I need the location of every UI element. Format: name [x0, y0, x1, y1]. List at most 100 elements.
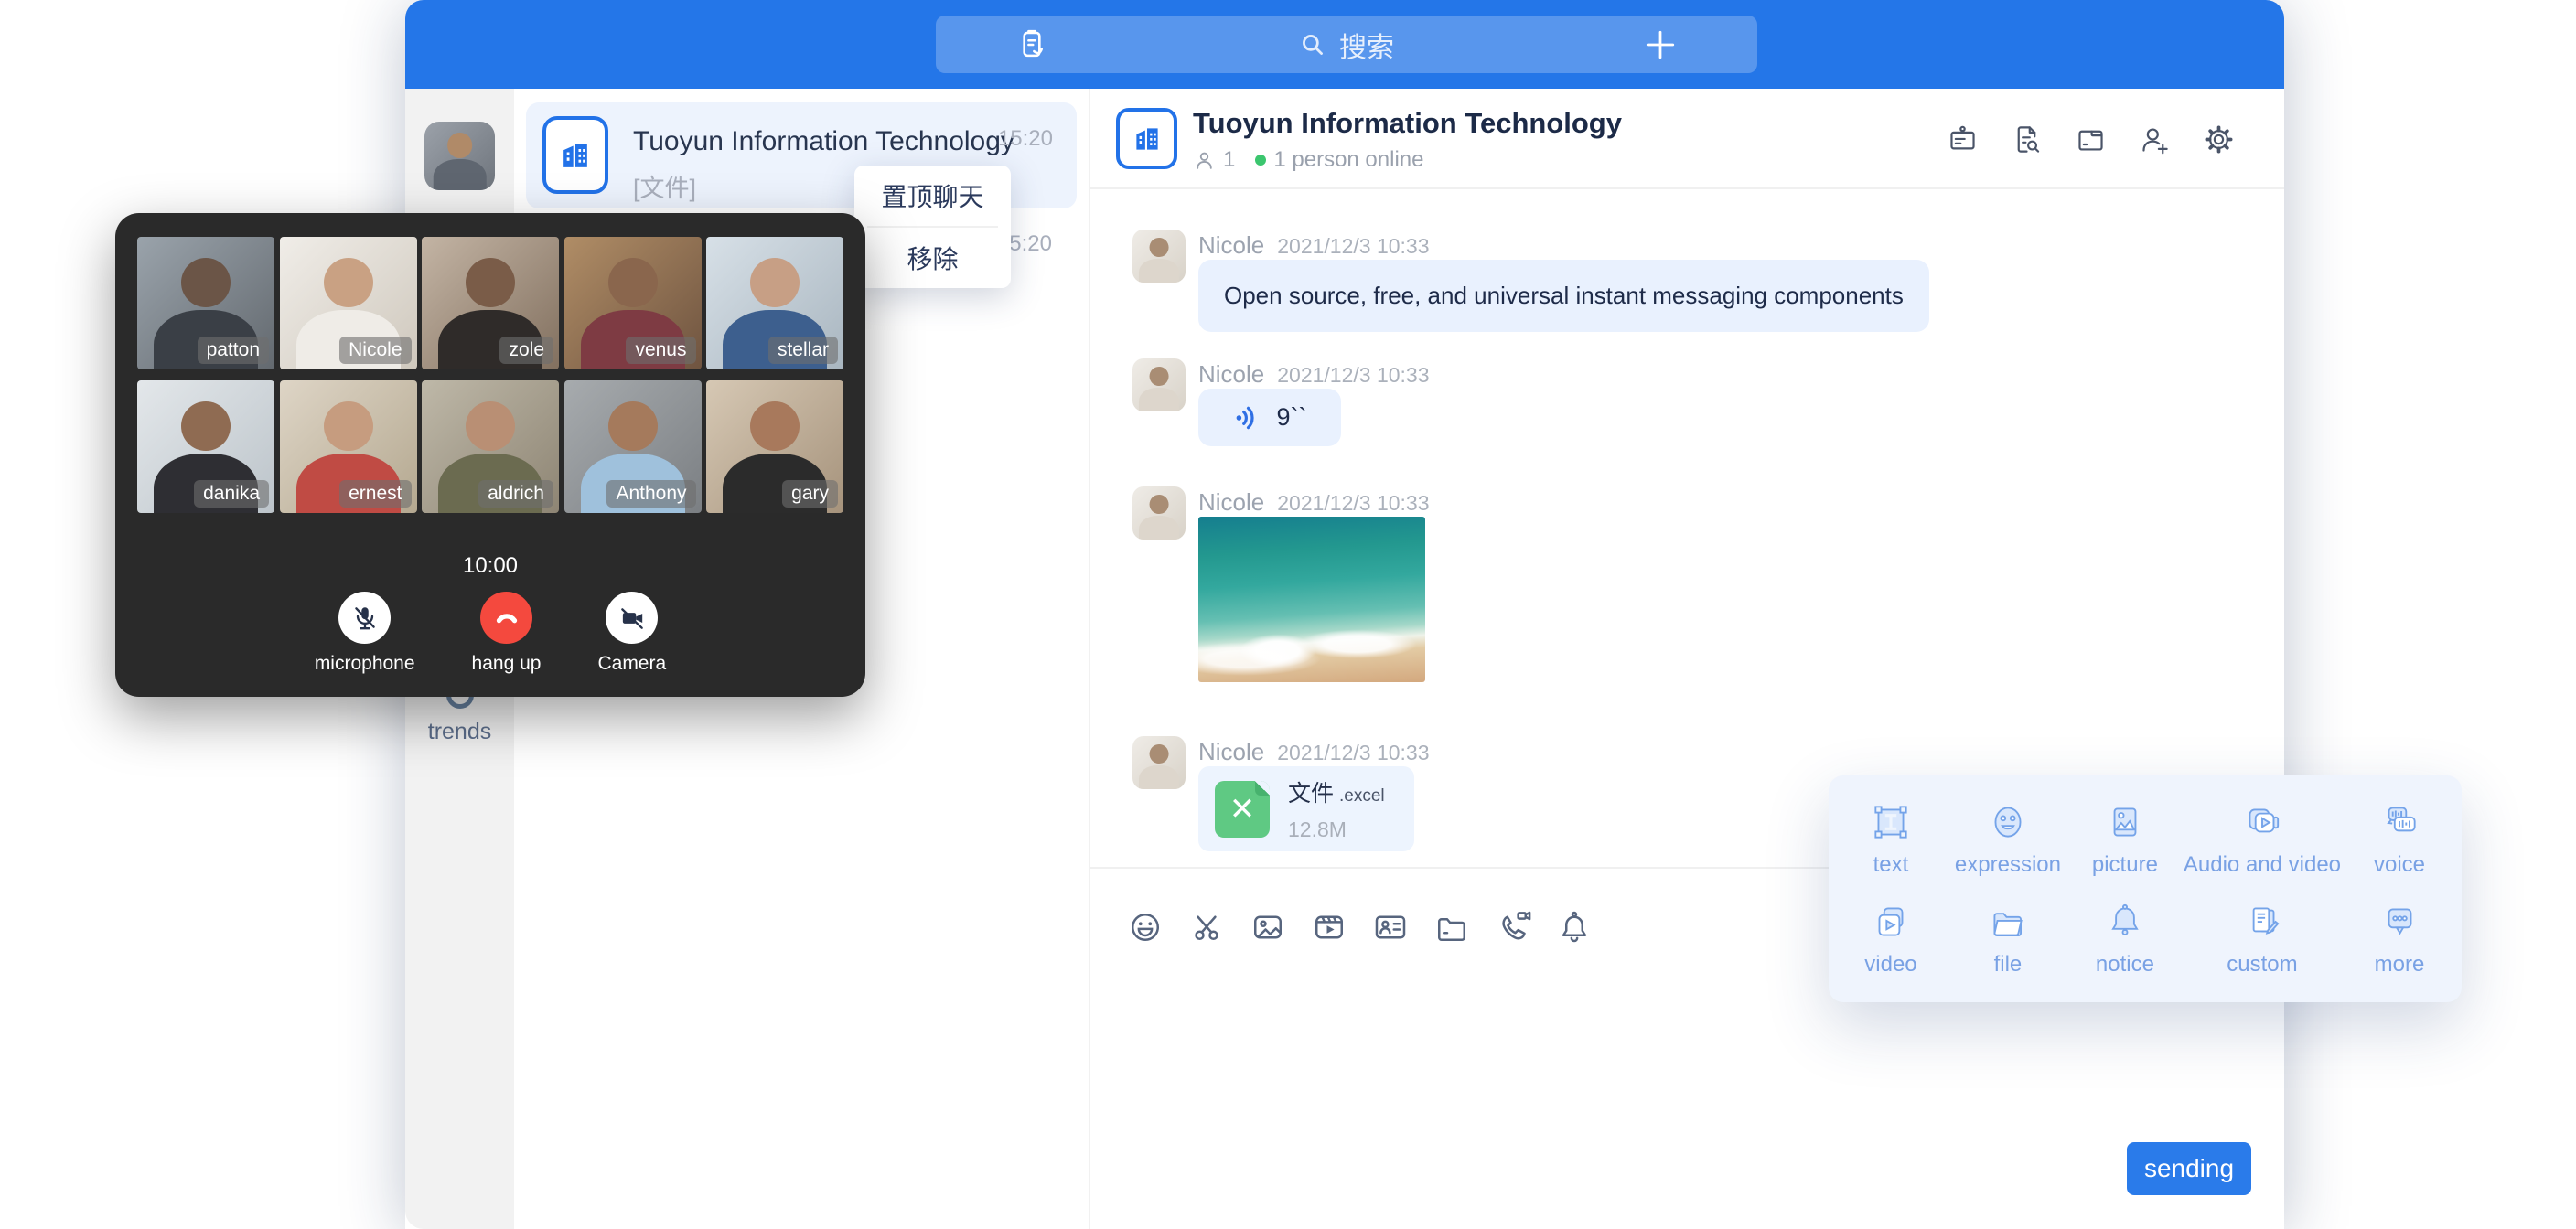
video-tile: danika — [137, 380, 274, 513]
add-icon[interactable] — [1642, 27, 1679, 63]
file-message-card[interactable]: ✕ 文件.excel 12.8M — [1198, 766, 1414, 851]
voice-duration: 9`` — [1277, 403, 1307, 432]
emoji-icon[interactable] — [1127, 909, 1164, 946]
type-item-audio-video[interactable]: Audio and video — [2184, 799, 2341, 886]
group-notice-icon[interactable] — [1947, 123, 1979, 155]
conversation-last-message: [文件] — [633, 168, 696, 204]
type-item-picture[interactable]: picture — [2066, 799, 2184, 886]
sender-avatar[interactable] — [1132, 230, 1186, 283]
type-item-custom[interactable]: custom — [2184, 899, 2341, 986]
file-icon — [1985, 899, 2031, 945]
search-placeholder: 搜索 — [1339, 25, 1394, 65]
file-folder-icon[interactable] — [2075, 123, 2107, 155]
expression-icon — [1985, 799, 2031, 845]
text-bubble: Open source, free, and universal instant… — [1198, 260, 1929, 332]
send-button[interactable]: sending — [2127, 1142, 2251, 1195]
sender-name: Nicole — [1198, 488, 1264, 516]
more-icon — [2377, 899, 2422, 945]
add-member-icon[interactable] — [2139, 123, 2171, 155]
chat-header: Tuoyun Information Technology 1 1 person… — [1090, 89, 2284, 189]
settings-gear-icon[interactable] — [2203, 123, 2235, 155]
participant-name: gary — [782, 480, 838, 508]
mic-muted-icon — [338, 592, 391, 644]
notification-bell-icon[interactable] — [1556, 909, 1593, 946]
camera-button[interactable]: Camera — [597, 592, 666, 675]
online-dot — [1255, 155, 1266, 166]
type-label: voice — [2374, 852, 2425, 878]
search-bar[interactable]: 搜索 — [936, 16, 1757, 73]
video-call-icon[interactable] — [1495, 909, 1531, 946]
screenshot-scissors-icon[interactable] — [1188, 909, 1225, 946]
type-label: file — [1994, 952, 2023, 978]
participant-name: zole — [499, 337, 553, 364]
chat-record-search-icon[interactable] — [2011, 123, 2043, 155]
call-controls: microphone hang up Camer — [115, 592, 865, 675]
sender-avatar[interactable] — [1132, 486, 1186, 540]
type-item-expression[interactable]: expression — [1949, 799, 2066, 886]
voice-wave-icon — [1233, 403, 1262, 433]
top-bar: 搜索 — [405, 0, 2284, 89]
menu-item-pin-chat[interactable]: 置顶聊天 — [854, 166, 1011, 226]
sender-avatar[interactable] — [1132, 736, 1186, 789]
file-name: 文件 — [1288, 781, 1334, 807]
chat-header-actions — [1947, 123, 2235, 155]
image-icon[interactable] — [1250, 909, 1286, 946]
hang-up-label: hang up — [472, 653, 542, 675]
contact-card-icon[interactable] — [1372, 909, 1409, 946]
menu-item-remove[interactable]: 移除 — [854, 228, 1011, 288]
group-avatar-icon — [1116, 108, 1177, 169]
beach-photo-message[interactable] — [1198, 517, 1425, 682]
sender-name: Nicole — [1198, 231, 1264, 259]
message-meta: Nicole2021/12/3 10:33 — [1198, 360, 1430, 389]
type-label: text — [1873, 852, 1909, 878]
member-count: 1 — [1223, 147, 1235, 173]
type-item-file[interactable]: file — [1949, 899, 2066, 986]
type-item-notice[interactable]: notice — [2066, 899, 2184, 986]
type-label: notice — [2096, 952, 2154, 978]
hang-up-button[interactable]: hang up — [472, 592, 542, 675]
microphone-button[interactable]: microphone — [315, 592, 415, 675]
video-tile: ernest — [280, 380, 417, 513]
member-icon — [1193, 149, 1216, 172]
sender-avatar[interactable] — [1132, 358, 1186, 411]
context-menu: 置顶聊天 移除 — [854, 166, 1011, 288]
trends-label: trends — [405, 719, 514, 745]
video-clip-icon[interactable] — [1311, 909, 1347, 946]
file-ext: .excel — [1339, 786, 1385, 806]
type-item-voice[interactable]: voice — [2341, 799, 2458, 886]
participant-name: Nicole — [339, 337, 411, 364]
message-time: 2021/12/3 10:33 — [1277, 491, 1429, 515]
type-item-more[interactable]: more — [2341, 899, 2458, 986]
message-meta: Nicole 2021/12/3 10:33 — [1198, 488, 1430, 517]
video-tile: Anthony — [564, 380, 702, 513]
chat-title: Tuoyun Information Technology — [1193, 107, 1622, 140]
message-meta: Nicole2021/12/3 10:33 — [1198, 738, 1430, 766]
participant-name: danika — [194, 480, 269, 508]
participant-name: venus — [626, 337, 695, 364]
voice-bubble[interactable]: 9`` — [1198, 389, 1341, 446]
stage: 搜索 trends — [0, 0, 2576, 1229]
conversation-title: Tuoyun Information Technology — [633, 126, 1014, 157]
audio-video-icon — [2239, 799, 2285, 845]
type-item-video[interactable]: video — [1832, 899, 1949, 986]
chat-area: Tuoyun Information Technology 1 1 person… — [1089, 89, 2284, 1229]
message-type-panel: text expression picture — [1829, 775, 2462, 1002]
search-field[interactable]: 搜索 — [1297, 25, 1394, 65]
microphone-label: microphone — [315, 653, 415, 675]
video-tile: gary — [706, 380, 843, 513]
type-label: custom — [2227, 952, 2297, 978]
camera-label: Camera — [597, 653, 666, 675]
participant-name: aldrich — [478, 480, 553, 508]
message-time: 2021/12/3 10:33 — [1277, 363, 1429, 387]
hang-up-icon — [480, 592, 532, 644]
video-tile: venus — [564, 237, 702, 369]
video-call-panel: patton Nicole zole venus stellar danika … — [115, 213, 865, 697]
my-avatar[interactable] — [424, 122, 495, 190]
call-record-icon[interactable] — [1014, 27, 1049, 62]
notice-bell-icon — [2102, 899, 2148, 945]
type-label: picture — [2092, 852, 2158, 878]
message-time: 2021/12/3 10:33 — [1277, 741, 1429, 764]
folder-icon[interactable] — [1433, 909, 1470, 946]
message-meta: Nicole2021/12/3 10:33 — [1198, 231, 1430, 260]
type-item-text[interactable]: text — [1832, 799, 1949, 886]
